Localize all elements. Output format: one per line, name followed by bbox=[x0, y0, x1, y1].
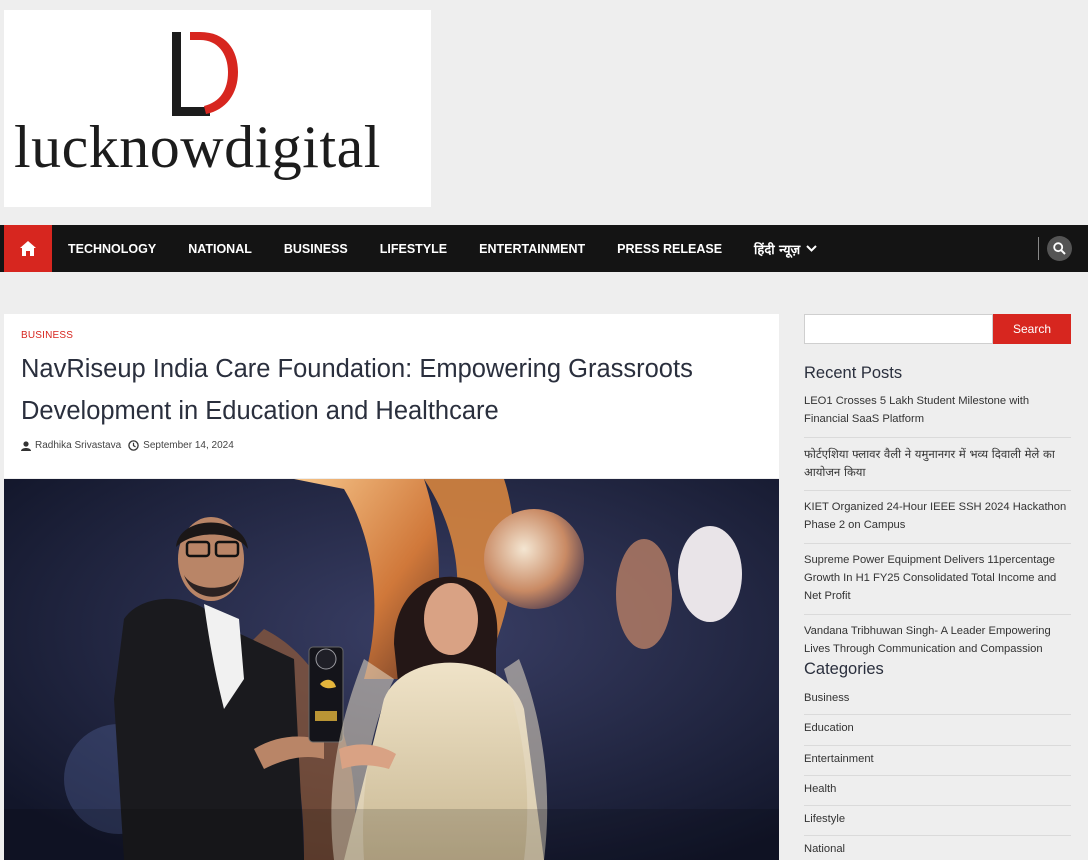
recent-posts-heading: Recent Posts bbox=[804, 364, 903, 382]
logo-wordmark: lucknowdigital bbox=[14, 114, 381, 180]
article-featured-image bbox=[4, 479, 779, 860]
nav-item-press-release[interactable]: PRESS RELEASE bbox=[601, 242, 738, 256]
category-link[interactable]: Lifestyle bbox=[804, 806, 1071, 837]
category-link[interactable]: Education bbox=[804, 715, 1071, 746]
nav-divider bbox=[1038, 237, 1039, 260]
clock-icon bbox=[128, 440, 139, 451]
recent-post-link[interactable]: LEO1 Crosses 5 Lakh Student Milestone wi… bbox=[804, 392, 1071, 438]
recent-posts-list: LEO1 Crosses 5 Lakh Student Milestone wi… bbox=[804, 392, 1071, 674]
award-photo-illustration bbox=[4, 479, 779, 860]
category-link[interactable]: National bbox=[804, 836, 1071, 860]
search-icon bbox=[1053, 242, 1066, 255]
author-icon bbox=[21, 440, 31, 451]
home-button[interactable] bbox=[4, 225, 52, 272]
logo-d-mark bbox=[172, 32, 238, 116]
home-icon bbox=[20, 241, 36, 256]
nav-item-technology[interactable]: TECHNOLOGY bbox=[52, 242, 172, 256]
category-link[interactable]: Business bbox=[804, 685, 1071, 716]
category-link[interactable]: Entertainment bbox=[804, 746, 1071, 776]
categories-list: Business Education Entertainment Health … bbox=[804, 685, 1071, 860]
recent-post-link[interactable]: KIET Organized 24-Hour IEEE SSH 2024 Hac… bbox=[804, 498, 1071, 544]
nav-item-hindi-news[interactable]: हिंदी न्यूज़ bbox=[738, 240, 833, 258]
chevron-down-icon bbox=[806, 245, 817, 252]
article-date[interactable]: September 14, 2024 bbox=[143, 440, 234, 451]
nav-item-entertainment[interactable]: ENTERTAINMENT bbox=[463, 242, 601, 256]
nav-item-lifestyle[interactable]: LIFESTYLE bbox=[364, 242, 463, 256]
nav-item-business[interactable]: BUSINESS bbox=[268, 242, 364, 256]
categories-heading: Categories bbox=[804, 660, 884, 678]
main-navbar: TECHNOLOGY NATIONAL BUSINESS LIFESTYLE E… bbox=[0, 225, 1088, 272]
recent-post-link[interactable]: Supreme Power Equipment Delivers 11perce… bbox=[804, 551, 1071, 615]
header-search-button[interactable] bbox=[1047, 236, 1072, 261]
article-meta: Radhika Srivastava September 14, 2024 bbox=[21, 440, 234, 451]
recent-post-link[interactable]: फोर्टएशिया फ्लावर वैली ने यमुनानगर में भ… bbox=[804, 445, 1071, 491]
nav-item-national[interactable]: NATIONAL bbox=[172, 242, 268, 256]
article-category-link[interactable]: BUSINESS bbox=[21, 330, 73, 341]
sidebar-search-button[interactable]: Search bbox=[993, 314, 1071, 344]
category-link[interactable]: Health bbox=[804, 776, 1071, 807]
sidebar-search-input[interactable] bbox=[804, 314, 993, 344]
article-author[interactable]: Radhika Srivastava bbox=[35, 440, 121, 451]
site-logo[interactable]: lucknowdigital bbox=[4, 10, 431, 207]
article-title: NavRiseup India Care Foundation: Empower… bbox=[21, 355, 693, 425]
article-header: BUSINESS NavRiseup India Care Foundation… bbox=[4, 314, 779, 478]
nav-menu: TECHNOLOGY NATIONAL BUSINESS LIFESTYLE E… bbox=[52, 225, 833, 272]
